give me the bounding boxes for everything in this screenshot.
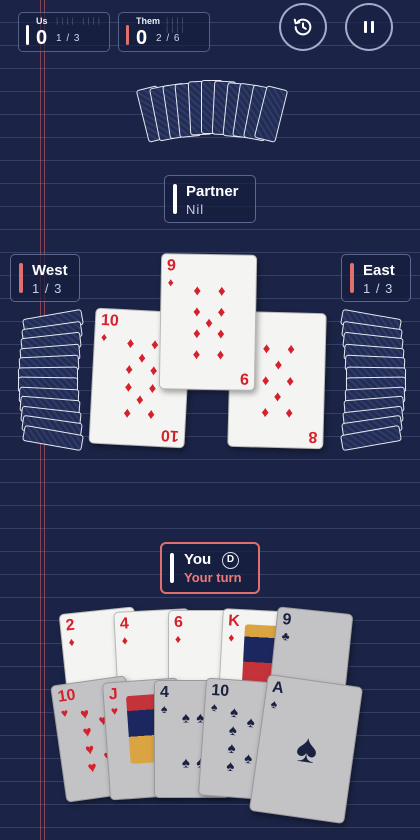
- suit-pip-icon: ♦: [217, 303, 226, 321]
- card-suit-icon: ♦: [121, 633, 129, 648]
- suit-pip-icon: ♦: [192, 325, 201, 343]
- suit-pip-icon: ♦: [274, 356, 283, 374]
- player-name: You: [184, 551, 212, 568]
- card-rank: 6: [174, 614, 183, 631]
- card-rank: J: [108, 685, 119, 704]
- suit-pip-icon: ♦: [135, 390, 145, 409]
- suit-pip-icon: ♦: [260, 404, 269, 422]
- player-hand: 2♦4♦6♦K♦9♣10♥♥♥♥♥♥♥J♥4♠♠♠♠♠10♠♠♠♠♠♠♠A♠♠: [0, 590, 420, 840]
- hand-card-unplayable: A ♠ ♠: [248, 673, 364, 825]
- suit-pip-icon: ♦: [149, 362, 158, 380]
- dealer-badge: D: [222, 552, 239, 569]
- card-suit-icon: ♥: [60, 705, 70, 721]
- suit-pip-icon: ♦: [261, 372, 270, 390]
- card-suit-icon: ♥: [110, 703, 119, 719]
- suit-pip-icon: ♦: [262, 339, 271, 357]
- suit-pip-icon: ♠: [181, 754, 190, 771]
- card-suit-icon: ♦: [100, 329, 108, 345]
- card-rank: 2: [64, 616, 76, 635]
- card-rank: 9: [239, 369, 250, 387]
- suit-pip-icon: ♦: [122, 404, 132, 422]
- current-trick: 10♦10♦♦♦♦♦♦♦♦♦♦8♦8♦♦♦♦♦♦♦♦9♦9♦♦♦♦♦♦♦♦♦: [0, 240, 420, 470]
- suit-pip-icon: ♠: [229, 703, 239, 722]
- team-indicator: [173, 184, 177, 214]
- suit-pip-icon: ♥: [79, 705, 91, 724]
- suit-pip-icon: ♦: [217, 282, 226, 300]
- card-suit-icon: ♦: [167, 275, 174, 290]
- suit-pip-icon: ♦: [193, 281, 202, 299]
- suit-pip-icon: ♠: [228, 721, 238, 740]
- card-suit-icon: ♦: [227, 630, 235, 645]
- suit-pip-icon: ♠: [227, 739, 237, 758]
- card-suit-icon: ♣: [281, 628, 291, 644]
- suit-pip-icon: ♦: [124, 361, 134, 379]
- card-rank: 10: [100, 311, 120, 330]
- suit-pip-icon: ♦: [126, 335, 135, 353]
- suit-pip-icon: ♦: [205, 314, 213, 332]
- card-suit-icon: ♠: [161, 702, 168, 716]
- suit-pip-icon: ♦: [137, 349, 147, 368]
- card-rank: 9: [166, 257, 177, 275]
- suit-pip-icon: ♦: [192, 303, 201, 321]
- suit-pip-icon: ♠: [181, 709, 190, 726]
- partner-hand: [0, 0, 420, 150]
- suit-pip-icon: ♦: [273, 388, 282, 406]
- player-name: Partner: [186, 183, 239, 200]
- suit-pip-icon: ♥: [84, 740, 96, 760]
- suit-pip-icon: ♦: [148, 379, 157, 397]
- suit-pip-icon: ♦: [150, 336, 160, 354]
- you-label: You D Your turn: [160, 542, 260, 594]
- trick-card-partner: 9 ♦ 9 ♦ ♦ ♦ ♦ ♦ ♦ ♦ ♦ ♦: [158, 253, 258, 391]
- suit-pip-icon: ♠: [293, 725, 321, 773]
- card-rank: 4: [119, 615, 130, 633]
- card-rank: A: [271, 678, 285, 698]
- suit-pip-icon: ♦: [147, 405, 156, 423]
- suit-pip-icon: ♦: [192, 346, 201, 364]
- suit-pip-icon: ♥: [81, 723, 93, 742]
- suit-pip-icon: ♦: [287, 340, 296, 358]
- suit-pip-icon: ♦: [216, 347, 225, 365]
- suit-pip-icon: ♠: [246, 713, 256, 732]
- turn-status: Your turn: [184, 570, 242, 585]
- card-rank: 9: [281, 610, 293, 629]
- card-rank: 10: [56, 686, 77, 706]
- suit-pip-icon: ♠: [243, 749, 253, 768]
- player-bid: Nil: [186, 202, 205, 217]
- card-rank: 10: [160, 426, 180, 445]
- team-indicator: [170, 553, 174, 583]
- card-rank: 8: [308, 427, 318, 446]
- suit-pip-icon: ♠: [225, 757, 235, 776]
- suit-pip-icon: ♦: [285, 405, 294, 423]
- card-rank: 4: [160, 684, 169, 701]
- suit-pip-icon: ♦: [217, 325, 226, 343]
- suit-pip-icon: ♦: [286, 372, 295, 390]
- card-suit-icon: ♠: [269, 696, 279, 712]
- card-rank: K: [227, 612, 241, 630]
- suit-pip-icon: ♥: [86, 758, 98, 777]
- partner-label: Partner Nil: [164, 175, 256, 223]
- card-suit-icon: ♦: [175, 632, 182, 646]
- card-suit-icon: ♠: [210, 699, 219, 715]
- card-suit-icon: ♦: [67, 634, 76, 650]
- suit-pip-icon: ♦: [123, 378, 133, 396]
- card-rank: 10: [210, 681, 230, 701]
